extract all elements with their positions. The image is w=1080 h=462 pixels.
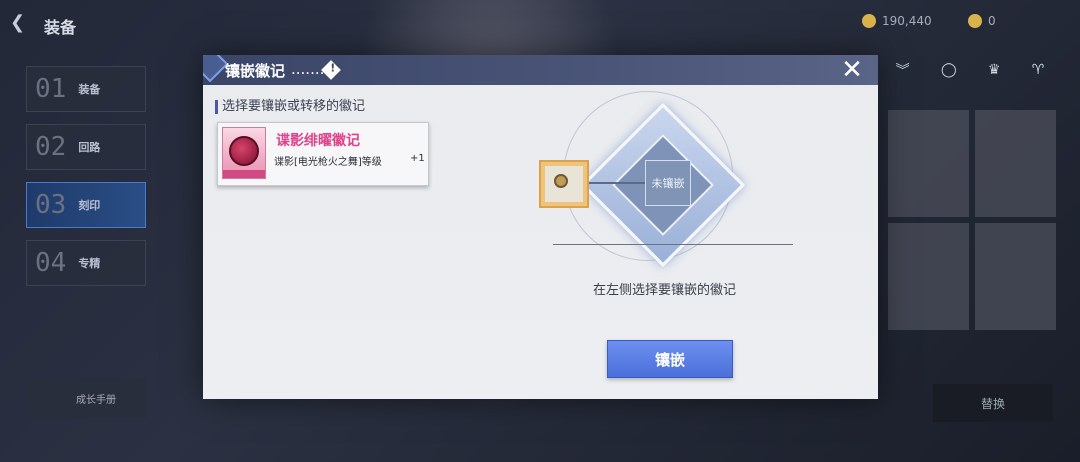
left-menu: 01 装备 02 回路 03 刻印 04 专精 [26, 66, 146, 298]
menu-num: 04 [35, 248, 67, 278]
slot-connector [587, 182, 647, 184]
right-tabs: ︾ ◯ ♛ ♈ [880, 56, 1060, 84]
hint-text: 在左侧选择要镶嵌的徽记 [593, 283, 737, 298]
menu-num: 02 [35, 132, 67, 162]
coin-amount: 190,440 [882, 14, 932, 28]
crystal-amount: 0 [988, 14, 996, 28]
menu-item-equip[interactable]: 01 装备 [26, 66, 146, 112]
menu-item-mastery[interactable]: 04 专精 [26, 240, 146, 286]
menu-label: 刻印 [78, 199, 101, 212]
section-label: 选择要镶嵌或转移的徽记 [215, 100, 365, 114]
page-title: 装备 [44, 18, 77, 37]
tab-horns-icon[interactable]: ♈ [1032, 62, 1045, 78]
replace-button[interactable]: 替换 [933, 384, 1053, 422]
menu-num: 03 [35, 190, 67, 220]
growth-manual-button[interactable]: 成长手册 [26, 378, 146, 418]
emblem-effect: 谍影[电光枪火之舞]等级 [274, 157, 382, 168]
menu-label: 回路 [78, 141, 101, 154]
back-arrow-icon[interactable]: ❮ [10, 12, 25, 33]
menu-num: 01 [35, 74, 67, 104]
emblem-name: 谍影绯曜徽记 [276, 133, 360, 149]
gem-base [223, 170, 265, 178]
currency-crystal: 0 [968, 14, 996, 28]
slot-diagram: 未镶嵌 [523, 85, 823, 268]
grid-slot[interactable] [975, 110, 1056, 217]
currency-coins: 190,440 [862, 14, 932, 28]
info-glyph: ! [330, 61, 336, 75]
tab-wings-icon[interactable]: ︾ [896, 60, 910, 80]
grid-slot[interactable] [975, 223, 1056, 330]
menu-label: 装备 [78, 83, 101, 96]
equipment-grid [888, 110, 1056, 330]
divider [553, 244, 793, 245]
close-button[interactable]: ✕ [839, 57, 865, 83]
menu-item-circuit[interactable]: 02 回路 [26, 124, 146, 170]
dialog-header: 镶嵌徽记 ....... ! ✕ [203, 55, 878, 85]
emblem-gem-icon [222, 127, 266, 179]
grid-slot[interactable] [888, 110, 969, 217]
slot-status: 未镶嵌 [651, 177, 685, 190]
gem-core [229, 136, 259, 166]
inlay-button[interactable]: 镶嵌 [607, 340, 733, 378]
emblem-card[interactable]: 谍影绯曜徽记 谍影[电光枪火之舞]等级 +1 [217, 122, 429, 186]
tab-ring-icon[interactable]: ◯ [941, 62, 957, 78]
crystal-icon [968, 14, 982, 28]
dialog-title: 镶嵌徽记 [225, 62, 286, 80]
weapon-core [554, 174, 568, 188]
top-bar: ❮ 装备 190,440 0 [0, 0, 1080, 50]
grid-slot[interactable] [888, 223, 969, 330]
coin-icon [862, 14, 876, 28]
inlay-dialog: 镶嵌徽记 ....... ! ✕ 选择要镶嵌或转移的徽记 谍影绯曜徽记 谍影[电… [203, 55, 878, 399]
tab-crown-icon[interactable]: ♛ [988, 62, 1001, 78]
weapon-icon[interactable] [539, 160, 589, 208]
emblem-level: +1 [410, 153, 425, 164]
title-dots: ....... [291, 60, 325, 78]
menu-item-engrave[interactable]: 03 刻印 [26, 182, 146, 228]
menu-label: 专精 [78, 257, 101, 270]
